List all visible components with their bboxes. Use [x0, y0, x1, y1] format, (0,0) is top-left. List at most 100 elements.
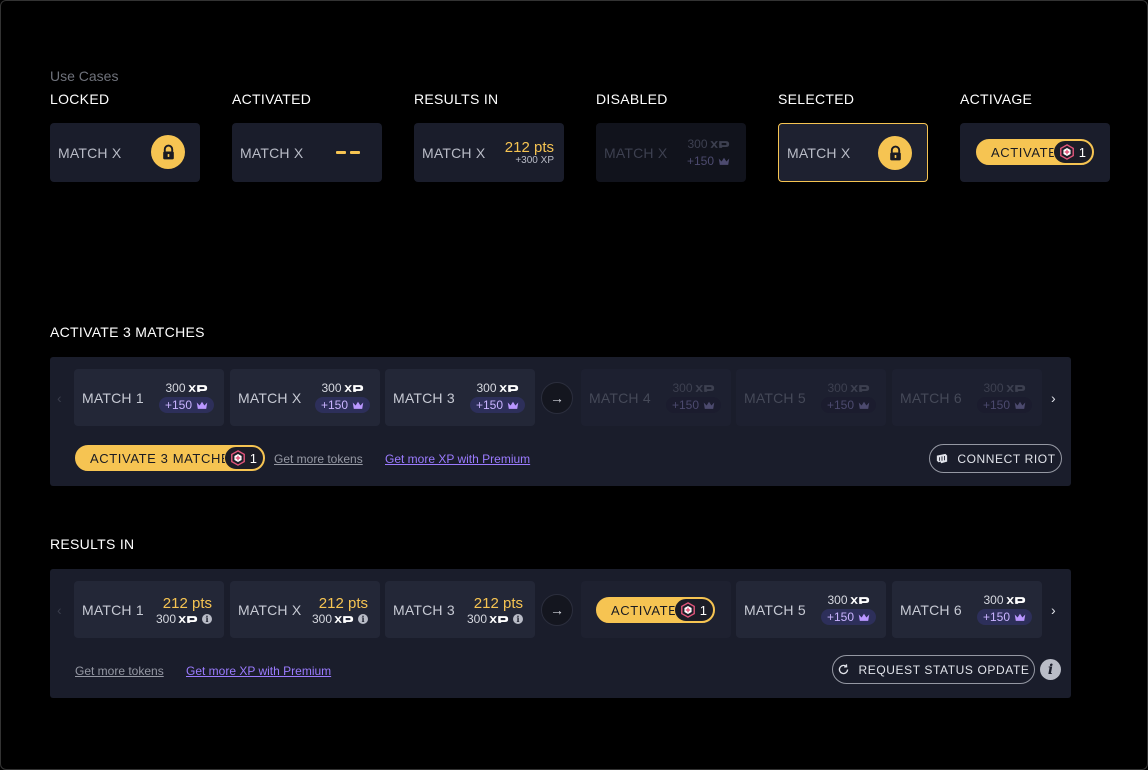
- token-count-badge: 1: [223, 446, 264, 470]
- bonus-amount: +150: [826, 398, 854, 412]
- match-card: MATCH 4 300 +150: [581, 369, 731, 426]
- xp-amount: 300: [983, 381, 1004, 395]
- hex-token-icon: [1059, 144, 1075, 160]
- label-activage: ACTIVAGE: [960, 91, 1033, 107]
- xp-block: 300 +150: [976, 381, 1032, 413]
- xp-block: 300 +150: [976, 593, 1032, 625]
- pending-dashes-icon: [336, 151, 360, 154]
- chevron-right-icon[interactable]: ›: [1051, 390, 1056, 406]
- xp-block: 300 +150: [665, 381, 721, 413]
- points-block: 212 pts +300 XP: [505, 139, 554, 166]
- lock-icon: [151, 135, 185, 169]
- xp-logo-icon: [850, 596, 870, 605]
- xp-logo-icon: [1006, 596, 1026, 605]
- results-panel: ‹ MATCH 1 212 pts 300 i MATCH X 212 pts 3…: [50, 569, 1071, 698]
- xp-amount: 300: [827, 381, 848, 395]
- match-card[interactable]: MATCH 3 300 +150: [385, 369, 535, 426]
- label-activated: ACTIVATED: [232, 91, 312, 107]
- points-block: 212 pts 300 i: [312, 595, 368, 626]
- match-card-selected[interactable]: MATCH X: [778, 123, 928, 182]
- bonus-amount: +150: [164, 398, 192, 412]
- get-premium-link[interactable]: Get more XP with Premium: [186, 664, 331, 678]
- token-count: 1: [249, 450, 257, 466]
- crown-icon: [196, 401, 208, 410]
- get-more-tokens-link[interactable]: Get more tokens: [75, 664, 164, 678]
- xp-logo-icon: [178, 615, 198, 624]
- xp-block: 300 +150: [158, 381, 214, 413]
- match-name: MATCH 1: [82, 389, 144, 406]
- xp-amount: 300: [687, 137, 708, 151]
- bonus-amount: +150: [671, 398, 699, 412]
- match-card[interactable]: MATCH 1 300 +150: [74, 369, 224, 426]
- crown-icon: [1014, 401, 1026, 410]
- xp-logo-icon: [334, 615, 354, 624]
- activate-matches-button[interactable]: ACTIVATE 3 MATCHES 1: [75, 445, 265, 471]
- hex-token-icon: [230, 450, 246, 466]
- refresh-icon: [837, 663, 850, 676]
- get-more-tokens-link[interactable]: Get more tokens: [274, 452, 363, 466]
- match-card[interactable]: MATCH X 300 +150: [230, 369, 380, 426]
- xp-amount: 300: [983, 593, 1004, 607]
- points-block: 212 pts 300 i: [156, 595, 212, 626]
- xp-logo-icon: [344, 384, 364, 393]
- xp-amount: 300: [321, 381, 342, 395]
- chevron-right-icon[interactable]: ›: [1051, 602, 1056, 618]
- results-section-title: RESULTS IN: [50, 536, 135, 552]
- xp-amount: 300: [165, 381, 186, 395]
- match-name: MATCH X: [238, 601, 302, 618]
- match-name: MATCH 6: [900, 601, 962, 618]
- match-card-disabled: MATCH X 300 +150: [596, 123, 746, 182]
- xp-value: +300 XP: [515, 155, 554, 166]
- activate-button[interactable]: ACTIVATE 1: [976, 139, 1094, 165]
- xp-logo-icon: [850, 384, 870, 393]
- match-name: MATCH 3: [393, 601, 455, 618]
- match-name: MATCH X: [58, 144, 122, 161]
- info-icon[interactable]: i: [513, 614, 523, 624]
- activate-label: ACTIVATE: [991, 144, 1058, 160]
- info-icon[interactable]: i: [358, 614, 368, 624]
- label-disabled: DISABLED: [596, 91, 668, 107]
- get-premium-link[interactable]: Get more XP with Premium: [385, 452, 530, 466]
- label-locked: LOCKED: [50, 91, 110, 107]
- xp-amount: 300: [476, 381, 497, 395]
- xp-block: 300 +150: [681, 137, 736, 169]
- request-status-update-button[interactable]: REQUEST STATUS OPDATE: [832, 655, 1035, 684]
- match-name: MATCH 5: [744, 601, 806, 618]
- crown-icon: [858, 401, 870, 410]
- lock-icon: [878, 136, 912, 170]
- chevron-left-icon[interactable]: ‹: [57, 602, 62, 618]
- xp-logo-icon: [188, 384, 208, 393]
- match-card-locked[interactable]: MATCH X: [50, 123, 200, 182]
- activate-button[interactable]: ACTIVATE 1: [596, 597, 715, 623]
- crown-icon: [507, 401, 519, 410]
- match-name: MATCH 6: [900, 389, 962, 406]
- match-card[interactable]: MATCH 3 212 pts 300 i: [385, 581, 535, 638]
- crown-icon: [718, 157, 730, 166]
- use-cases-heading: Use Cases: [50, 68, 119, 84]
- match-name: MATCH 3: [393, 389, 455, 406]
- activate-card: ACTIVATE 1: [960, 123, 1110, 182]
- connect-riot-button[interactable]: CONNECT RIOT: [929, 444, 1062, 473]
- match-name: MATCH X: [604, 144, 668, 161]
- request-status-label: REQUEST STATUS OPDATE: [858, 662, 1030, 677]
- points-value: 212 pts: [473, 595, 523, 612]
- match-card[interactable]: MATCH 5 300 +150: [736, 581, 886, 638]
- match-card[interactable]: MATCH 6 300 +150: [892, 581, 1042, 638]
- match-card-activated[interactable]: MATCH X: [232, 123, 382, 182]
- activate-card: ACTIVATE 1: [581, 581, 731, 638]
- match-name: MATCH X: [238, 389, 302, 406]
- arrow-right-icon: →: [541, 382, 573, 414]
- match-card[interactable]: MATCH 1 212 pts 300 i: [74, 581, 224, 638]
- match-card[interactable]: MATCH X 212 pts 300 i: [230, 581, 380, 638]
- match-card-results[interactable]: MATCH X 212 pts +300 XP: [414, 123, 564, 182]
- crown-icon: [703, 401, 715, 410]
- xp-block: 300 +150: [820, 593, 876, 625]
- info-icon[interactable]: i: [202, 614, 212, 624]
- info-icon[interactable]: i: [1040, 659, 1061, 680]
- bonus-amount: +150: [320, 398, 348, 412]
- chevron-left-icon[interactable]: ‹: [57, 390, 62, 406]
- points-block: 212 pts 300 i: [467, 595, 523, 626]
- xp-block: 300 +150: [469, 381, 525, 413]
- xp-logo-icon: [499, 384, 519, 393]
- points-value: 212 pts: [162, 595, 212, 612]
